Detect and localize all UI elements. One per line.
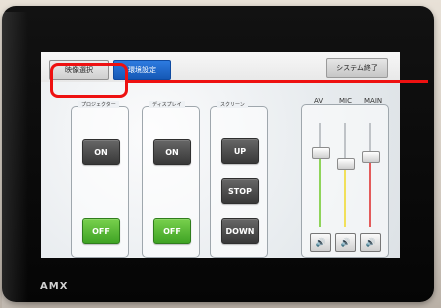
screen-up-label: UP — [233, 146, 247, 156]
slider-mic-knob[interactable] — [337, 158, 355, 170]
system-shutdown-label: システム終了 — [336, 64, 378, 72]
speaker-icon: 🔊 — [315, 238, 326, 247]
slider-av-knob[interactable] — [312, 147, 330, 159]
group-projector: プロジェクター ON OFF — [71, 101, 129, 258]
audio-label-av: AV — [314, 97, 324, 105]
screen-down-button[interactable]: DOWN — [221, 218, 259, 244]
projector-off-label: OFF — [92, 226, 110, 236]
highlight-ring — [50, 63, 128, 98]
mute-av-button[interactable]: 🔊 — [310, 233, 331, 252]
slider-av-track[interactable] — [312, 123, 330, 227]
screen-up-button[interactable]: UP — [221, 138, 259, 164]
group-screen-label: スクリーン — [217, 101, 248, 108]
slider-main-fill — [369, 156, 371, 227]
display-on-label: ON — [165, 147, 179, 157]
screen-stop-label: STOP — [228, 186, 252, 196]
highlight-pointer — [128, 80, 428, 83]
slider-mic-fill — [344, 163, 346, 227]
screen-stop-button[interactable]: STOP — [221, 178, 259, 204]
speaker-icon: 🔊 — [340, 238, 351, 247]
audio-panel: AV MIC MAIN 🔊 🔊 🔊 — [301, 97, 389, 258]
speaker-icon: 🔊 — [365, 238, 376, 247]
group-display-label: ディスプレイ — [149, 101, 185, 108]
display-on-button[interactable]: ON — [153, 139, 191, 165]
group-screen: スクリーン UP STOP DOWN — [210, 101, 268, 258]
display-off-label: OFF — [163, 226, 181, 236]
audio-label-mic: MIC — [339, 97, 352, 105]
slider-av-fill — [319, 152, 321, 227]
slider-main-track[interactable] — [362, 123, 380, 227]
projector-on-label: ON — [94, 147, 108, 157]
photo: 映像選択 環境設定 システム終了 プロジェクター ON OFF ディスプレイ O… — [0, 0, 441, 308]
screen-down-label: DOWN — [225, 226, 255, 236]
slider-main-knob[interactable] — [362, 151, 380, 163]
glare — [2, 12, 28, 308]
display-off-button[interactable]: OFF — [153, 218, 191, 244]
audio-label-main: MAIN — [364, 97, 383, 105]
group-display: ディスプレイ ON OFF — [142, 101, 200, 258]
amx-logo: AMX — [40, 281, 69, 292]
projector-off-button[interactable]: OFF — [82, 218, 120, 244]
system-shutdown-button[interactable]: システム終了 — [326, 58, 388, 78]
mute-main-button[interactable]: 🔊 — [360, 233, 381, 252]
projector-on-button[interactable]: ON — [82, 139, 120, 165]
mute-mic-button[interactable]: 🔊 — [335, 233, 356, 252]
group-projector-label: プロジェクター — [78, 101, 119, 108]
slider-mic-track[interactable] — [337, 123, 355, 227]
tab-environment-settings-label: 環境設定 — [128, 66, 156, 74]
